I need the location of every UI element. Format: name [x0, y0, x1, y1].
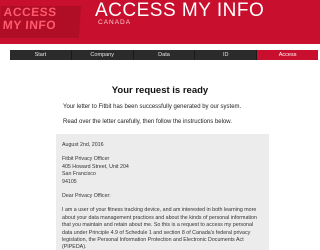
address-line: 405 Howard Street, Unit 204: [62, 163, 129, 170]
letter-salutation: Dear Privacy Officer:: [62, 193, 111, 200]
address-line: 94105: [62, 178, 77, 185]
letter-date: August 2nd, 2016: [62, 142, 104, 148]
site-logo[interactable]: ACCESS MY INFO: [0, 5, 82, 38]
success-message: Your letter to Fitbit has been successfu…: [63, 104, 242, 110]
letter-preview: August 2nd, 2016 Fitbit Privacy Officer …: [56, 134, 269, 250]
progress-steps: Start Company Data ID Access: [10, 50, 318, 60]
step-start[interactable]: Start: [10, 50, 72, 60]
site-subtitle: CANADA: [98, 19, 132, 26]
page-title: Your request is ready: [111, 85, 209, 96]
step-company[interactable]: Company: [72, 50, 134, 60]
address-line: San Francisco: [62, 171, 96, 178]
step-access[interactable]: Access: [257, 50, 318, 60]
step-data[interactable]: Data: [134, 50, 196, 60]
site-header: ACCESS MY INFO ACCESS MY INFO CANADA: [0, 0, 320, 44]
letter-address: Fitbit Privacy Officer 405 Howard Street…: [62, 156, 263, 186]
address-line: Fitbit Privacy Officer: [62, 156, 110, 163]
letter-body: I am a user of your fitness tracking dev…: [62, 207, 257, 250]
logo-line-2: MY INFO: [2, 18, 57, 32]
step-id[interactable]: ID: [195, 50, 258, 60]
instructions-message: Read over the letter carefully, then fol…: [63, 119, 232, 125]
